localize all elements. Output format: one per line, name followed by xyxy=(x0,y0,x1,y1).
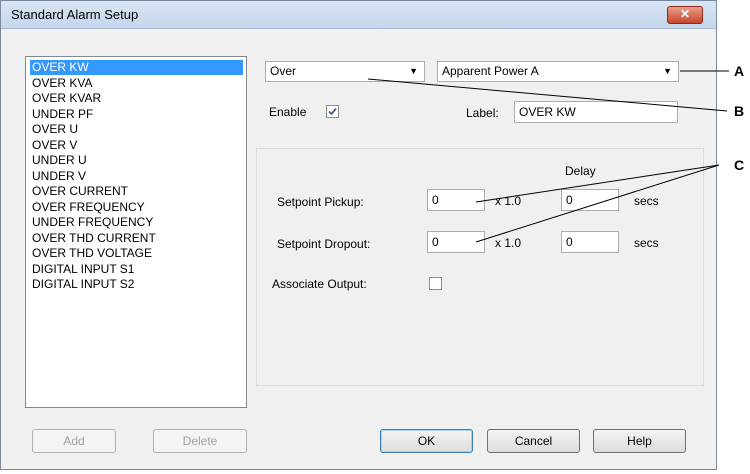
callout-line-c1 xyxy=(475,164,720,203)
callout-lines xyxy=(367,70,729,243)
callout-b: B xyxy=(734,103,745,119)
callout-line-c2 xyxy=(475,164,720,243)
callout-line-b xyxy=(367,78,728,112)
callout-c: C xyxy=(734,157,745,173)
callout-a: A xyxy=(734,63,745,79)
